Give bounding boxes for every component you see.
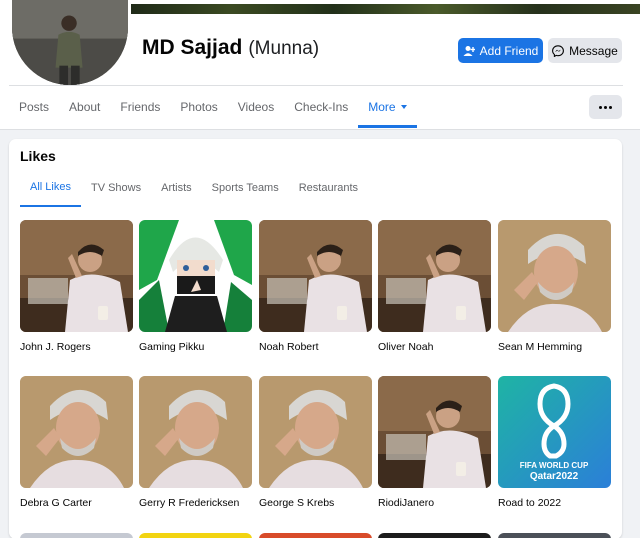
tab-about-label: About: [69, 100, 101, 114]
like-item-name: Noah Robert: [259, 341, 319, 353]
subtab-restaurants-label: Restaurants: [298, 182, 359, 194]
messenger-icon: [552, 44, 565, 57]
dot-icon: [604, 105, 607, 109]
fifa-logo-text-1: FIFA WORLD CUP: [520, 461, 589, 470]
like-item-name: Sean M Hemming: [498, 341, 583, 353]
add-friend-label: Add Friend: [479, 43, 539, 58]
like-thumbnail: [20, 220, 133, 332]
subtab-tv-shows-label: TV Shows: [90, 182, 142, 194]
likes-title: Likes: [20, 148, 56, 164]
like-item[interactable]: Debra G Carter: [20, 376, 133, 509]
subtab-sports-teams[interactable]: Sports Teams: [202, 169, 289, 207]
like-item-name: Gerry R Fredericksen: [139, 497, 240, 509]
message-button[interactable]: Message: [548, 38, 622, 63]
like-item[interactable]: RiodiJanero: [378, 376, 491, 509]
subtab-restaurants[interactable]: Restaurants: [289, 169, 368, 207]
like-item-name: Debra G Carter: [20, 497, 92, 509]
like-thumbnail: [139, 376, 252, 488]
like-item[interactable]: FIFA WORLD CUP Qatar2022 Road to 2022: [498, 376, 611, 509]
like-thumbnail: [20, 376, 133, 488]
subtab-artists[interactable]: Artists: [151, 169, 202, 207]
subtab-all-likes[interactable]: All Likes: [20, 169, 81, 207]
tab-posts-label: Posts: [19, 100, 50, 114]
like-item[interactable]: Noah Robert: [259, 220, 372, 353]
more-options-button[interactable]: [589, 95, 622, 119]
subtab-sports-teams-label: Sports Teams: [211, 182, 279, 194]
tab-photos[interactable]: Photos: [170, 86, 227, 128]
profile-alt-name: (Munna): [248, 38, 320, 59]
tab-more[interactable]: More: [358, 86, 417, 128]
likes-subtabs: All Likes TV Shows Artists Sports Teams …: [20, 169, 368, 207]
like-thumbnail: [378, 220, 491, 332]
like-item-name: Road to 2022: [498, 497, 562, 509]
add-person-icon: [463, 45, 475, 56]
like-item[interactable]: John J. Rogers: [20, 220, 133, 353]
tab-videos[interactable]: Videos: [228, 86, 284, 128]
tab-check-ins[interactable]: Check-Ins: [284, 86, 358, 128]
like-item[interactable]: George S Krebs: [259, 376, 372, 509]
like-item[interactable]: Gerry R Fredericksen: [139, 376, 252, 509]
tab-check-ins-label: Check-Ins: [294, 100, 349, 114]
like-item-name: RiodiJanero: [378, 497, 435, 509]
profile-name: MD Sajjad (Munna): [142, 36, 319, 60]
like-item[interactable]: Sean M Hemming: [498, 220, 611, 353]
like-item-name: Gaming Pikku: [139, 341, 205, 353]
like-item[interactable]: Gaming Pikku: [139, 220, 252, 353]
tab-videos-label: Videos: [237, 100, 275, 114]
message-label: Message: [569, 43, 618, 58]
like-item-partial[interactable]: [378, 533, 491, 538]
tab-more-label: More: [368, 100, 396, 114]
dot-icon: [599, 105, 602, 109]
tab-about[interactable]: About: [59, 86, 110, 128]
tab-photos-label: Photos: [180, 100, 218, 114]
like-thumbnail: [259, 376, 372, 488]
tab-friends-label: Friends: [120, 100, 161, 114]
tab-posts[interactable]: Posts: [9, 86, 59, 128]
like-item-name: John J. Rogers: [20, 341, 91, 353]
profile-main-name: MD Sajjad: [142, 36, 243, 59]
dot-icon: [609, 105, 612, 109]
like-item-partial[interactable]: [498, 533, 611, 538]
caret-down-icon: [400, 105, 407, 109]
like-thumbnail: [498, 220, 611, 332]
profile-header: MD Sajjad (Munna) Add Friend Message Pos…: [0, 0, 640, 130]
like-thumbnail: [259, 220, 372, 332]
like-thumbnail: FIFA WORLD CUP Qatar2022: [498, 376, 611, 488]
likes-card: Likes All Likes TV Shows Artists Sports …: [9, 139, 622, 538]
add-friend-button[interactable]: Add Friend: [458, 38, 543, 63]
subtab-all-likes-label: All Likes: [30, 181, 71, 193]
fifa-logo-text-2: Qatar2022: [530, 471, 579, 482]
tab-friends[interactable]: Friends: [110, 86, 170, 128]
like-item-partial[interactable]: [259, 533, 372, 538]
subtab-artists-label: Artists: [161, 182, 192, 194]
like-item-name: George S Krebs: [259, 497, 335, 509]
like-item-name: Oliver Noah: [378, 341, 434, 353]
like-thumbnail: [139, 220, 252, 332]
profile-avatar[interactable]: [9, 0, 131, 88]
profile-tabs: Posts About Friends Photos Videos Check-…: [9, 86, 417, 128]
like-thumbnail: [378, 376, 491, 488]
like-item[interactable]: Oliver Noah: [378, 220, 491, 353]
like-item-partial[interactable]: [20, 533, 133, 538]
like-item-partial[interactable]: [139, 533, 252, 538]
subtab-tv-shows[interactable]: TV Shows: [81, 169, 151, 207]
